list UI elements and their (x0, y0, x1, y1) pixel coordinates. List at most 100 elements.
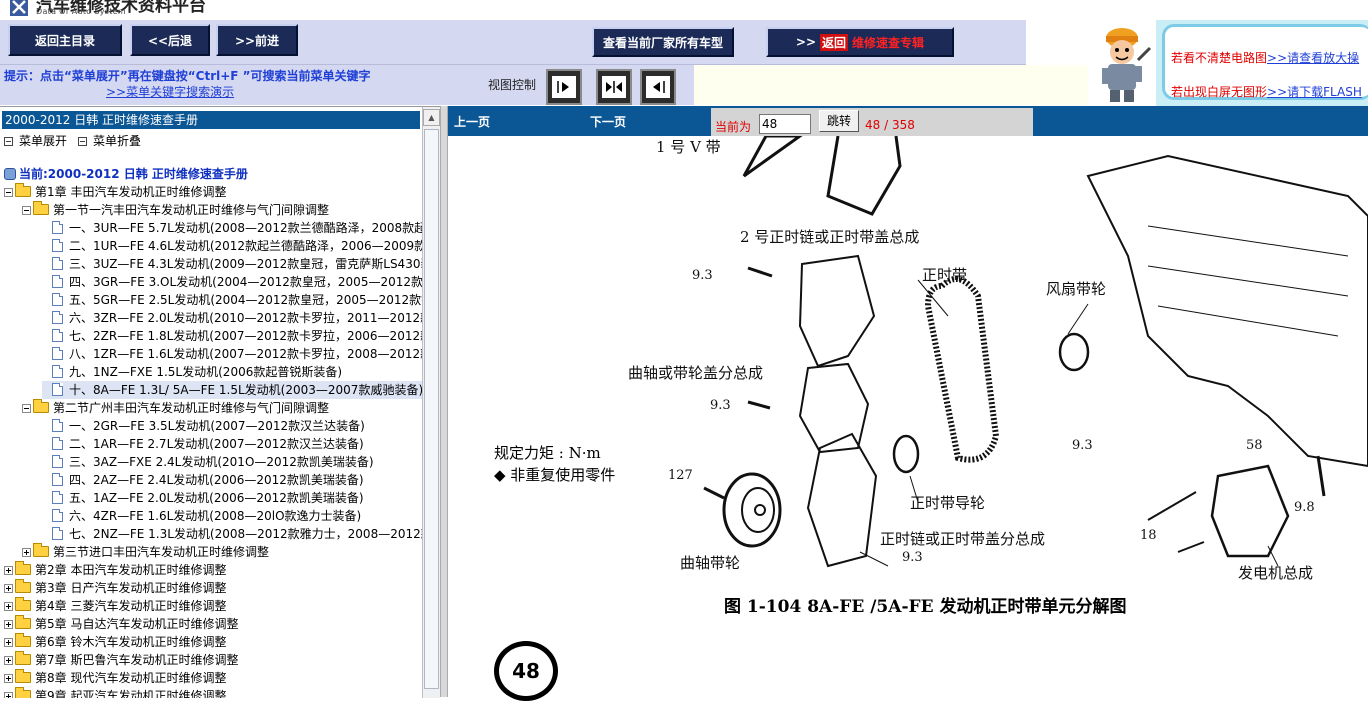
arrow-right-icon (557, 81, 569, 93)
expand-toggle-icon[interactable] (4, 566, 13, 575)
help-info-box: 若看不清楚电路图>>请查看放大操 若出现白屏无图形>>请下载FLASH (1156, 20, 1368, 106)
zoom-help-link[interactable]: >>请查看放大操 (1267, 51, 1359, 65)
exploded-diagram: 1 号 V 带 2 号正时链或正时带盖总成 正时带 风扇带轮 曲轴或带轮盖分总成… (448, 136, 1368, 701)
tree-doc-item[interactable]: 一、2GR—FE 3.5L发动机(2007—2012款汉兰达装备) (42, 417, 365, 435)
document-icon (52, 221, 63, 234)
collapse-toggle-icon[interactable] (22, 404, 31, 413)
zoom-help-line: 若看不清楚电路图>>请查看放大操 (1171, 49, 1359, 66)
tree-folder-item[interactable]: 第9章 起亚汽车发动机正时维修调整 (4, 687, 226, 698)
tree-folder-item[interactable]: 第8章 现代汽车发动机正时维修调整 (4, 669, 226, 687)
torque-label: 9.3 (1072, 438, 1093, 453)
search-demo-link[interactable]: >>菜单关键字搜索演示 (106, 83, 234, 100)
tree-doc-item[interactable]: 六、4ZR—FE 1.6L发动机(2008—20lO款逸力士装备) (42, 507, 361, 525)
menu-collapse-button[interactable]: 菜单折叠 (78, 132, 141, 149)
tree-doc-item[interactable]: 十、8A—FE 1.3L/ 5A—FE 1.5L发动机(2003—2007款威驰… (42, 381, 422, 399)
tree-folder-item[interactable]: 第6章 铃木汽车发动机正时维修调整 (4, 633, 226, 651)
view-expand-right-button[interactable] (546, 69, 582, 105)
tree-item-label: 七、2ZR—FE 1.8L发动机(2007—2012款卡罗拉，2006—2012… (69, 329, 422, 343)
current-page-label: 当前为 (715, 120, 752, 134)
view-all-models-button[interactable]: 查看当前厂家所有车型 (592, 27, 734, 57)
expand-toggle-icon[interactable] (4, 692, 13, 698)
tree-item-label: 十、8A—FE 1.3L/ 5A—FE 1.5L发动机(2003—2007款威驰… (69, 383, 422, 397)
tree-folder-item[interactable]: 第5章 马自达汽车发动机正时维修调整 (4, 615, 238, 633)
tree-folder-item[interactable]: 第4章 三菱汽车发动机正时维修调整 (4, 597, 226, 615)
view-expand-left-button[interactable] (640, 69, 676, 105)
tree-doc-item[interactable]: 三、3AZ—FXE 2.4L发动机(201O—2012款凯美瑞装备) (42, 453, 374, 471)
expand-toggle-icon[interactable] (4, 674, 13, 683)
expand-toggle-icon[interactable] (4, 656, 13, 665)
view-split-button[interactable] (596, 69, 632, 105)
folder-icon (33, 543, 49, 557)
tree-doc-item[interactable]: 五、1AZ—FE 2.0L发动机(2006—2012款凯美瑞装备) (42, 489, 364, 507)
expand-toggle-icon[interactable] (4, 602, 13, 611)
home-button[interactable]: 返回主目录 (8, 24, 122, 56)
panel-splitter[interactable] (440, 106, 448, 697)
tree-doc-item[interactable]: 七、2NZ—FE 1.3L发动机(2008—2012款雅力士，2008—2012… (42, 525, 422, 543)
expand-toggle-icon[interactable] (4, 620, 13, 629)
book-icon (4, 168, 16, 180)
page-number-badge: 48 (494, 641, 558, 701)
tree-folder-item[interactable]: 第3章 日产汽车发动机正时维修调整 (4, 579, 226, 597)
split-view-icon (606, 81, 622, 93)
folder-icon (15, 183, 31, 197)
document-icon (52, 365, 63, 378)
collapse-icon (78, 137, 87, 146)
expand-toggle-icon[interactable] (4, 584, 13, 593)
scrollbar-thumb[interactable] (424, 129, 439, 689)
menu-expand-button[interactable]: 菜单展开 (4, 132, 67, 149)
crank-pulley-label: 曲轴带轮 (680, 554, 741, 572)
tree-folder-item[interactable]: 第一节一汽丰田汽车发动机正时维修与气门间隙调整 (22, 201, 329, 219)
tree-item-label: 三、3AZ—FXE 2.4L发动机(201O—2012款凯美瑞装备) (69, 455, 374, 469)
return-quick-manual-button[interactable]: >> 返回 维修速查专辑 (766, 27, 954, 57)
page-number-input[interactable] (759, 114, 811, 134)
scroll-up-icon[interactable]: ▲ (423, 109, 440, 126)
expand-toggle-icon[interactable] (4, 638, 13, 647)
jump-button[interactable]: 跳转 (819, 110, 859, 132)
view-control-label: 视图控制 (488, 78, 537, 92)
tree-doc-item[interactable]: 三、3UZ—FE 4.3L发动机(2009—2012款皇冠，雷克萨斯LS430装 (42, 255, 422, 273)
forward-button[interactable]: >>前进 (216, 24, 298, 56)
tree-folder-item[interactable]: 第7章 斯巴鲁汽车发动机正时维修调整 (4, 651, 238, 669)
folder-icon (15, 615, 31, 629)
tree-folder-item[interactable]: 第2章 本田汽车发动机正时维修调整 (4, 561, 226, 579)
tree-folder-item[interactable]: 第二节广州丰田汽车发动机正时维修与气门间隙调整 (22, 399, 329, 417)
document-icon (52, 275, 63, 288)
tree-scrollbar[interactable]: ▲ (422, 107, 440, 698)
tree-doc-item[interactable]: 八、1ZR—FE 1.6L发动机(2007—2012款卡罗拉，2008—2012… (42, 345, 422, 363)
tree-doc-item[interactable]: 九、1NZ—FXE 1.5L发动机(2006款起普锐斯装备) (42, 363, 342, 381)
tree-doc-item[interactable]: 七、2ZR—FE 1.8L发动机(2007—2012款卡罗拉，2006—2012… (42, 327, 422, 345)
tree-doc-item[interactable]: 六、3ZR—FE 2.0L发动机(2010—2012款卡罗拉，2011—2012… (42, 309, 422, 327)
tree-doc-item[interactable]: 四、3GR—FE 3.OL发动机(2004—2012款皇冠，2005—2012款… (42, 273, 422, 291)
banner-area (694, 65, 1088, 105)
tree-item-label: 第1章 丰田汽车发动机正时维修调整 (35, 185, 227, 199)
tree-folder-item[interactable]: 第1章 丰田汽车发动机正时维修调整 (4, 183, 226, 201)
tree-doc-item[interactable]: 四、2AZ—FE 2.4L发动机(2006—2012款凯美瑞装备) (42, 471, 364, 489)
next-page-link[interactable]: 下一页 (590, 113, 626, 130)
zoom-help-text: 若看不清楚电路图 (1171, 51, 1268, 65)
title-bar: 汽车维修技术资料平台 Data Of Auto System (0, 0, 1368, 20)
torque-label: 9.3 (692, 268, 713, 283)
tree-doc-item[interactable]: 一、3UR—FE 5.7L发动机(2008—2012款兰德酷路泽，2008款起重 (42, 219, 422, 237)
flash-download-link[interactable]: >>请下载FLASH (1267, 85, 1362, 99)
tree-item-label: 五、5GR—FE 2.5L发动机(2004—2012款皇冠，2005—2012款… (69, 293, 422, 307)
folder-icon (15, 597, 31, 611)
expand-icon (4, 137, 13, 146)
non-reusable-legend: ◆ 非重复使用零件 (494, 466, 616, 484)
back-button[interactable]: <<后退 (130, 24, 210, 56)
tree-doc-item[interactable]: 二、1AR—FE 2.7L发动机(2007—2012款汉兰达装备) (42, 435, 364, 453)
tree-list: 第1章 丰田汽车发动机正时维修调整第一节一汽丰田汽车发动机正时维修与气门间隙调整… (0, 183, 422, 698)
tree-doc-item[interactable]: 五、5GR—FE 2.5L发动机(2004—2012款皇冠，2005—2012款… (42, 291, 422, 309)
tree-item-label: 一、3UR—FE 5.7L发动机(2008—2012款兰德酷路泽，2008款起重 (69, 221, 422, 235)
collapse-toggle-icon[interactable] (22, 206, 31, 215)
prev-page-link[interactable]: 上一页 (454, 113, 490, 130)
timing-cover2-label: 2 号正时链或正时带盖总成 (740, 228, 920, 246)
torque-label: 58 (1246, 438, 1263, 453)
tree-doc-item[interactable]: 二、1UR—FE 4.6L发动机(2012款起兰德酷路泽，2006—2009款雷 (42, 237, 422, 255)
menu-collapse-label: 菜单折叠 (93, 134, 142, 148)
tree-folder-item[interactable]: 第三节进口丰田汽车发动机正时维修调整 (22, 543, 269, 561)
viewer-nav-bar: 上一页 下一页 当前为 跳转 48 / 358 (448, 106, 1368, 136)
expand-toggle-icon[interactable] (22, 548, 31, 557)
collapse-toggle-icon[interactable] (4, 188, 13, 197)
document-icon (52, 473, 63, 486)
tree-item-label: 第8章 现代汽车发动机正时维修调整 (35, 671, 227, 685)
